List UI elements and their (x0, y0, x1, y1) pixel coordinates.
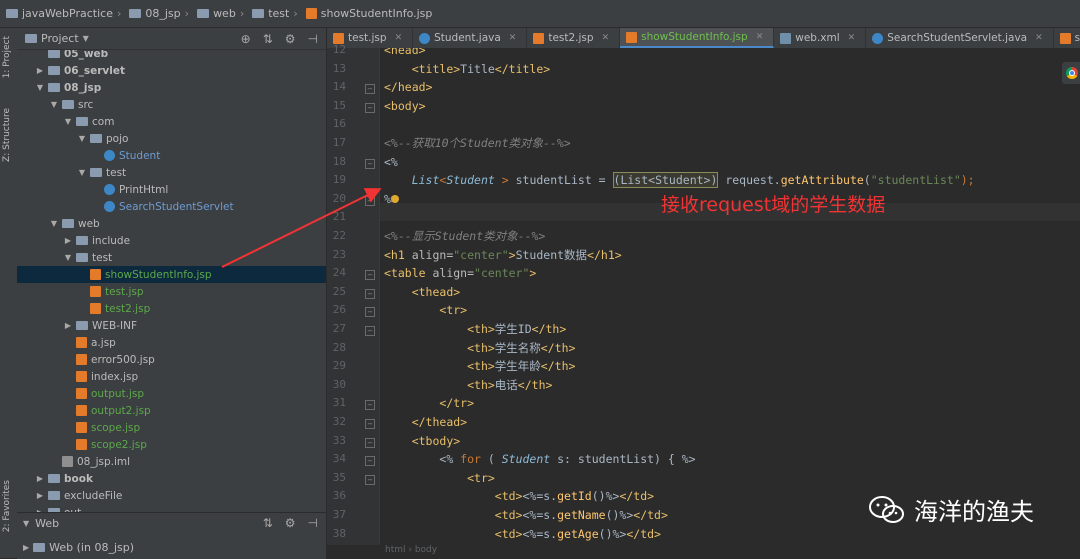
watermark-text: 海洋的渔夫 (914, 498, 1034, 526)
editor-breadcrumb-status: html › body (327, 545, 1080, 558)
annotation-text: 接收request域的学生数据 (661, 194, 886, 216)
wechat-icon (869, 495, 904, 523)
watermark: 海洋的渔夫 (868, 492, 1034, 527)
annotation-arrow (221, 188, 382, 268)
